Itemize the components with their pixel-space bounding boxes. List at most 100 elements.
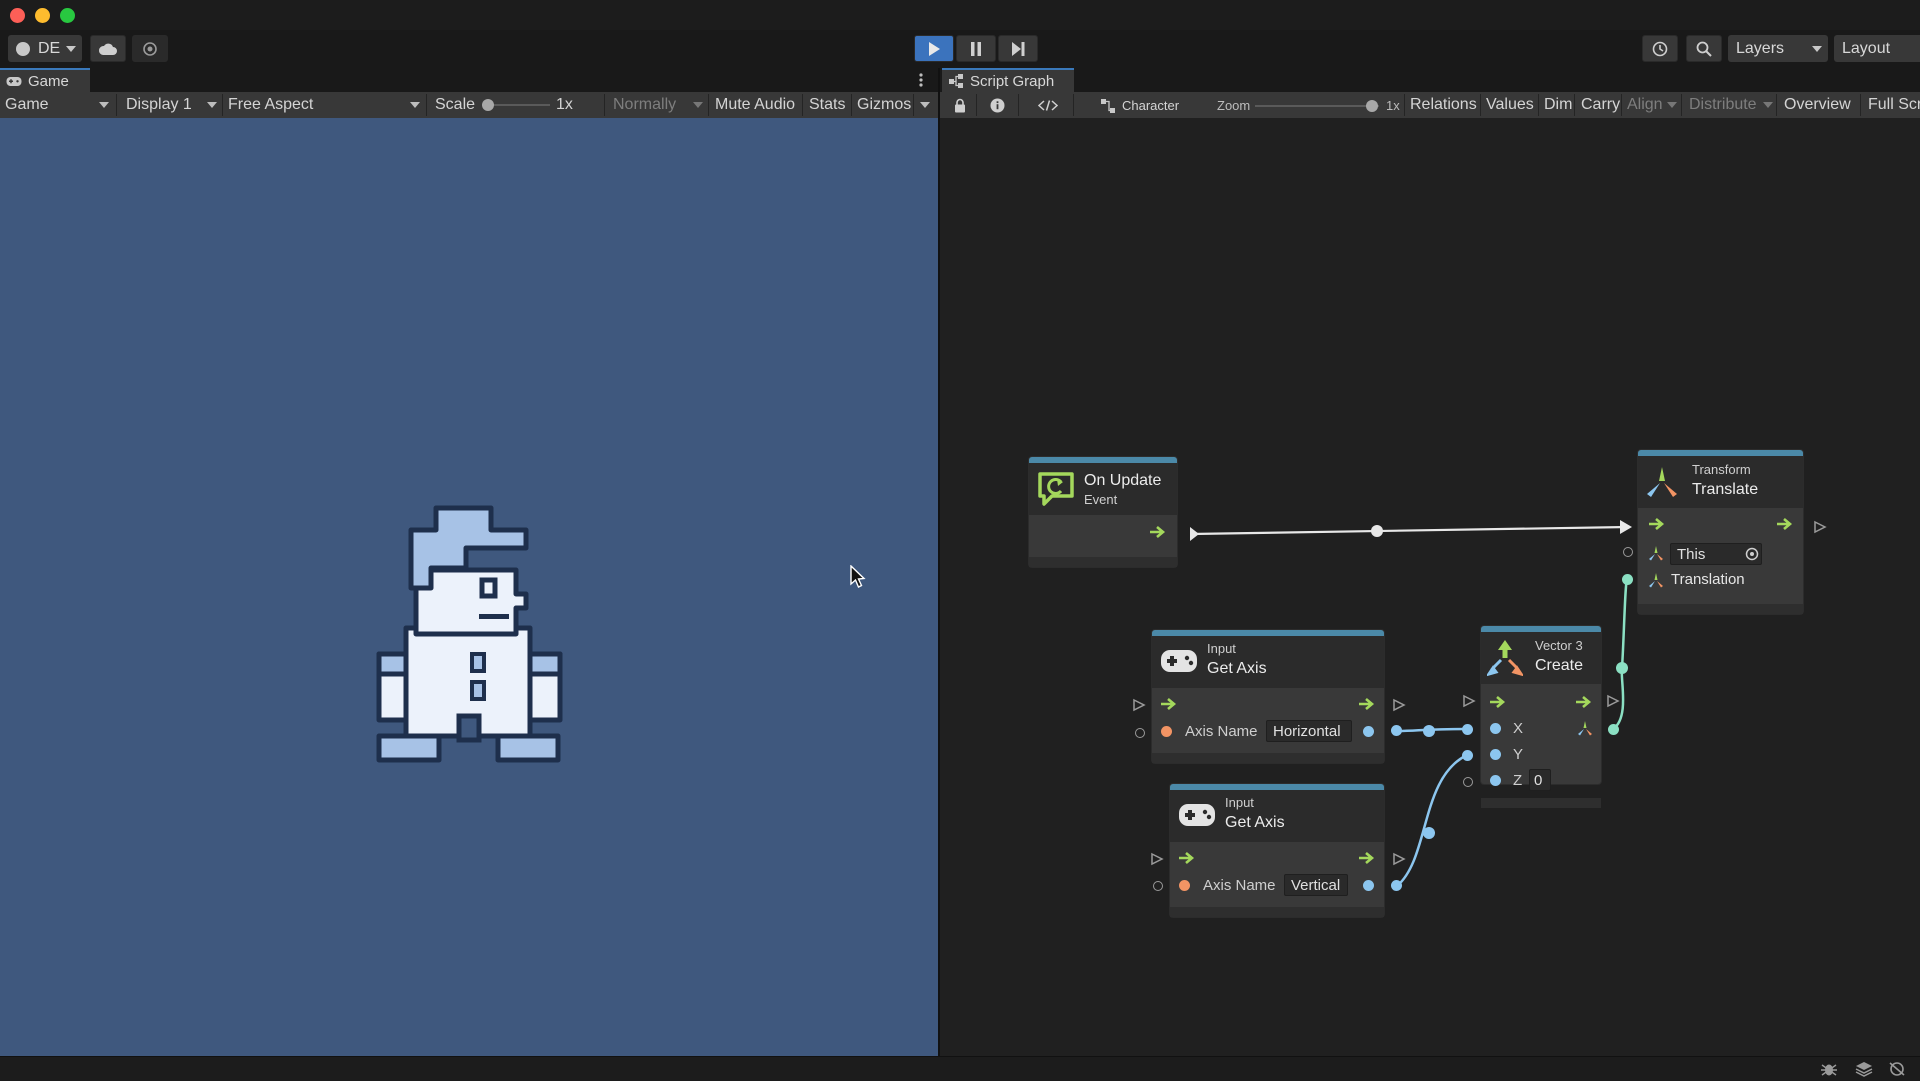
x-input-port[interactable] [1462, 724, 1473, 735]
on-update-title: On Update [1084, 472, 1162, 489]
axis-value-output-port[interactable] [1363, 726, 1374, 737]
axis-name-field[interactable]: Horizontal [1266, 720, 1352, 742]
info-icon[interactable] [990, 98, 1005, 113]
vector3-create-node[interactable]: Vector 3 Create X Y Z 0 [1481, 626, 1601, 808]
graph-toolbar: Character Zoom 1x Relations Values Dim C… [940, 92, 1920, 119]
translate-node[interactable]: Transform Translate This Translation [1638, 450, 1803, 614]
tab-script-graph-label: Script Graph [970, 72, 1055, 90]
on-update-node[interactable]: On Update Event [1029, 457, 1177, 567]
get-axis-vertical-node[interactable]: Input Get Axis Axis Name Vertical [1170, 784, 1384, 917]
flow-in-arrow-icon[interactable] [1489, 696, 1507, 708]
update-event-icon [1038, 472, 1074, 506]
flow-out-arrow-icon[interactable] [1575, 696, 1593, 708]
collab-button[interactable] [132, 35, 168, 62]
status-bar [0, 1056, 1920, 1081]
get-axis-h-ring-port[interactable] [1135, 728, 1145, 738]
play-button[interactable] [914, 35, 954, 62]
flow-out-arrow-icon[interactable] [1149, 526, 1167, 538]
gizmos-button[interactable]: Gizmos [857, 92, 911, 118]
vector-output-icon [1578, 721, 1592, 736]
graph-tab-strip: Script Graph [940, 68, 1920, 92]
overview-button[interactable]: Overview [1784, 92, 1851, 118]
vector3-flow-out-port[interactable] [1606, 694, 1620, 708]
bug-icon[interactable] [1820, 1061, 1838, 1077]
dim-button[interactable]: Dim [1544, 92, 1572, 118]
vector-output-port[interactable] [1608, 724, 1619, 735]
y-input-port[interactable] [1462, 750, 1473, 761]
get-axis-h-output-port[interactable] [1391, 725, 1402, 736]
window-title-bar [0, 0, 1920, 31]
translation-vector-icon [1649, 573, 1663, 588]
search-button[interactable] [1686, 35, 1722, 62]
play-focus-dropdown[interactable]: Normally [613, 92, 705, 118]
relations-button[interactable]: Relations [1410, 92, 1477, 118]
z-value: 0 [1534, 771, 1543, 789]
stack-icon[interactable] [1855, 1061, 1873, 1077]
vector3-flow-in-port[interactable] [1462, 694, 1476, 708]
pause-icon [971, 41, 981, 56]
mute-audio-button[interactable]: Mute Audio [715, 92, 795, 118]
game-mode-dropdown[interactable]: Game [5, 92, 110, 118]
get-axis-v-flow-in-port[interactable] [1150, 852, 1164, 866]
object-picker-icon[interactable] [1745, 547, 1759, 561]
scale-slider-handle[interactable] [482, 99, 494, 111]
fullscreen-button[interactable]: Full Scre [1868, 92, 1920, 118]
gizmos-dropdown-caret[interactable] [920, 102, 930, 108]
aspect-dropdown[interactable]: Free Aspect [228, 92, 424, 118]
more-options-icon[interactable] [918, 72, 924, 88]
get-axis-h-flow-out-port[interactable] [1392, 698, 1406, 712]
get-axis-v-output-port[interactable] [1391, 880, 1402, 891]
history-button[interactable] [1642, 35, 1678, 62]
account-dropdown[interactable]: DE [8, 35, 82, 62]
zoom-slider-handle[interactable] [1366, 100, 1378, 112]
z-value-field[interactable]: 0 [1529, 769, 1551, 791]
flow-out-arrow-icon[interactable] [1358, 852, 1376, 864]
get-axis-horizontal-node[interactable]: Input Get Axis Axis Name Horizontal [1152, 630, 1384, 763]
minimize-window-button[interactable] [35, 8, 50, 23]
flow-out-arrow-icon[interactable] [1358, 698, 1376, 710]
translate-flow-out-port[interactable] [1813, 520, 1827, 534]
zoom-slider-track[interactable] [1255, 105, 1379, 107]
flow-out-arrow-icon[interactable] [1776, 518, 1794, 530]
z-input-port[interactable] [1463, 777, 1473, 787]
axis-value-output-port[interactable] [1363, 880, 1374, 891]
close-window-button[interactable] [10, 8, 25, 23]
mouse-cursor-icon [850, 565, 866, 588]
tab-game[interactable]: Game [0, 68, 90, 92]
tab-script-graph[interactable]: Script Graph [942, 68, 1074, 92]
lock-icon[interactable] [954, 98, 966, 113]
distribute-dropdown[interactable]: Distribute [1689, 92, 1773, 118]
flow-in-arrow-icon[interactable] [1648, 518, 1666, 530]
maximize-window-button[interactable] [60, 8, 75, 23]
sync-icon[interactable] [1888, 1061, 1906, 1077]
graph-breadcrumb[interactable]: Character [1122, 92, 1179, 118]
cloud-button[interactable] [90, 35, 126, 62]
axis-name-field[interactable]: Vertical [1284, 874, 1348, 896]
step-button[interactable] [998, 35, 1038, 62]
get-axis-v-flow-out-port[interactable] [1392, 852, 1406, 866]
layout-dropdown[interactable]: Layout [1834, 35, 1920, 62]
scale-label: Scale [435, 96, 476, 113]
main-toolbar: DE Layers Layout [0, 30, 1920, 68]
flow-in-arrow-icon[interactable] [1160, 698, 1178, 710]
code-icon[interactable] [1038, 100, 1058, 111]
values-button[interactable]: Values [1486, 92, 1534, 118]
zoom-label: Zoom [1217, 97, 1251, 113]
script-graph-canvas[interactable]: On Update Event Transform Translate This… [940, 118, 1920, 1056]
flow-connection-knot [1371, 525, 1383, 537]
get-axis-h-flow-in-port[interactable] [1132, 698, 1146, 712]
align-dropdown[interactable]: Align [1627, 92, 1677, 118]
layers-dropdown[interactable]: Layers [1728, 35, 1828, 62]
flow-in-arrow-icon[interactable] [1178, 852, 1196, 864]
pause-button[interactable] [956, 35, 996, 62]
carry-button[interactable]: Carry [1581, 92, 1620, 118]
stats-button[interactable]: Stats [809, 92, 845, 118]
get-axis-v-ring-port[interactable] [1153, 881, 1163, 891]
display-dropdown[interactable]: Display 1 [126, 92, 218, 118]
game-view[interactable] [0, 118, 938, 1056]
target-input-port[interactable] [1623, 547, 1633, 557]
character-sprite [376, 505, 563, 763]
history-icon [1652, 41, 1668, 56]
translation-input-port[interactable] [1622, 574, 1633, 585]
play-focus-label: Normally [613, 96, 677, 113]
